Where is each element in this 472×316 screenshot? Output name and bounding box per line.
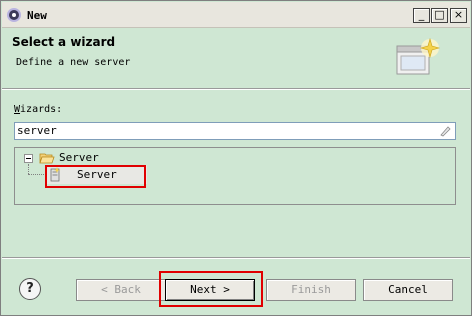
new-wizard-dialog: New _ □ × Select a wizard Define a new s… [0, 0, 472, 316]
tree-connector [28, 174, 44, 175]
minimize-button[interactable]: _ [413, 8, 430, 23]
back-button[interactable]: < Back [76, 279, 166, 301]
wizard-filter-input[interactable]: server [14, 122, 456, 140]
eclipse-app-icon [7, 8, 21, 22]
banner-separator [2, 88, 470, 90]
tree-item-server-category[interactable]: Server [59, 151, 99, 164]
folder-open-icon [39, 153, 55, 164]
wizard-banner: Select a wizard Define a new server [2, 28, 470, 88]
cancel-button[interactable]: Cancel [363, 279, 453, 301]
footer-separator [2, 257, 470, 259]
window-title: New [27, 9, 47, 22]
collapse-toggle[interactable] [24, 154, 33, 163]
finish-button[interactable]: Finish [266, 279, 356, 301]
wizards-label: Wizards: [14, 104, 63, 115]
tree-connector [28, 164, 29, 174]
clear-filter-icon[interactable] [439, 125, 452, 137]
next-highlight-annotation [159, 271, 263, 307]
new-wizard-graphic-icon [396, 37, 441, 75]
banner-description: Define a new server [16, 57, 131, 68]
close-button[interactable]: × [450, 8, 467, 23]
help-button[interactable]: ? [19, 278, 41, 300]
banner-title: Select a wizard [12, 35, 116, 49]
server-highlight-annotation [45, 165, 146, 188]
title-bar[interactable]: New _ □ × [2, 2, 470, 28]
maximize-button[interactable]: □ [431, 8, 448, 23]
